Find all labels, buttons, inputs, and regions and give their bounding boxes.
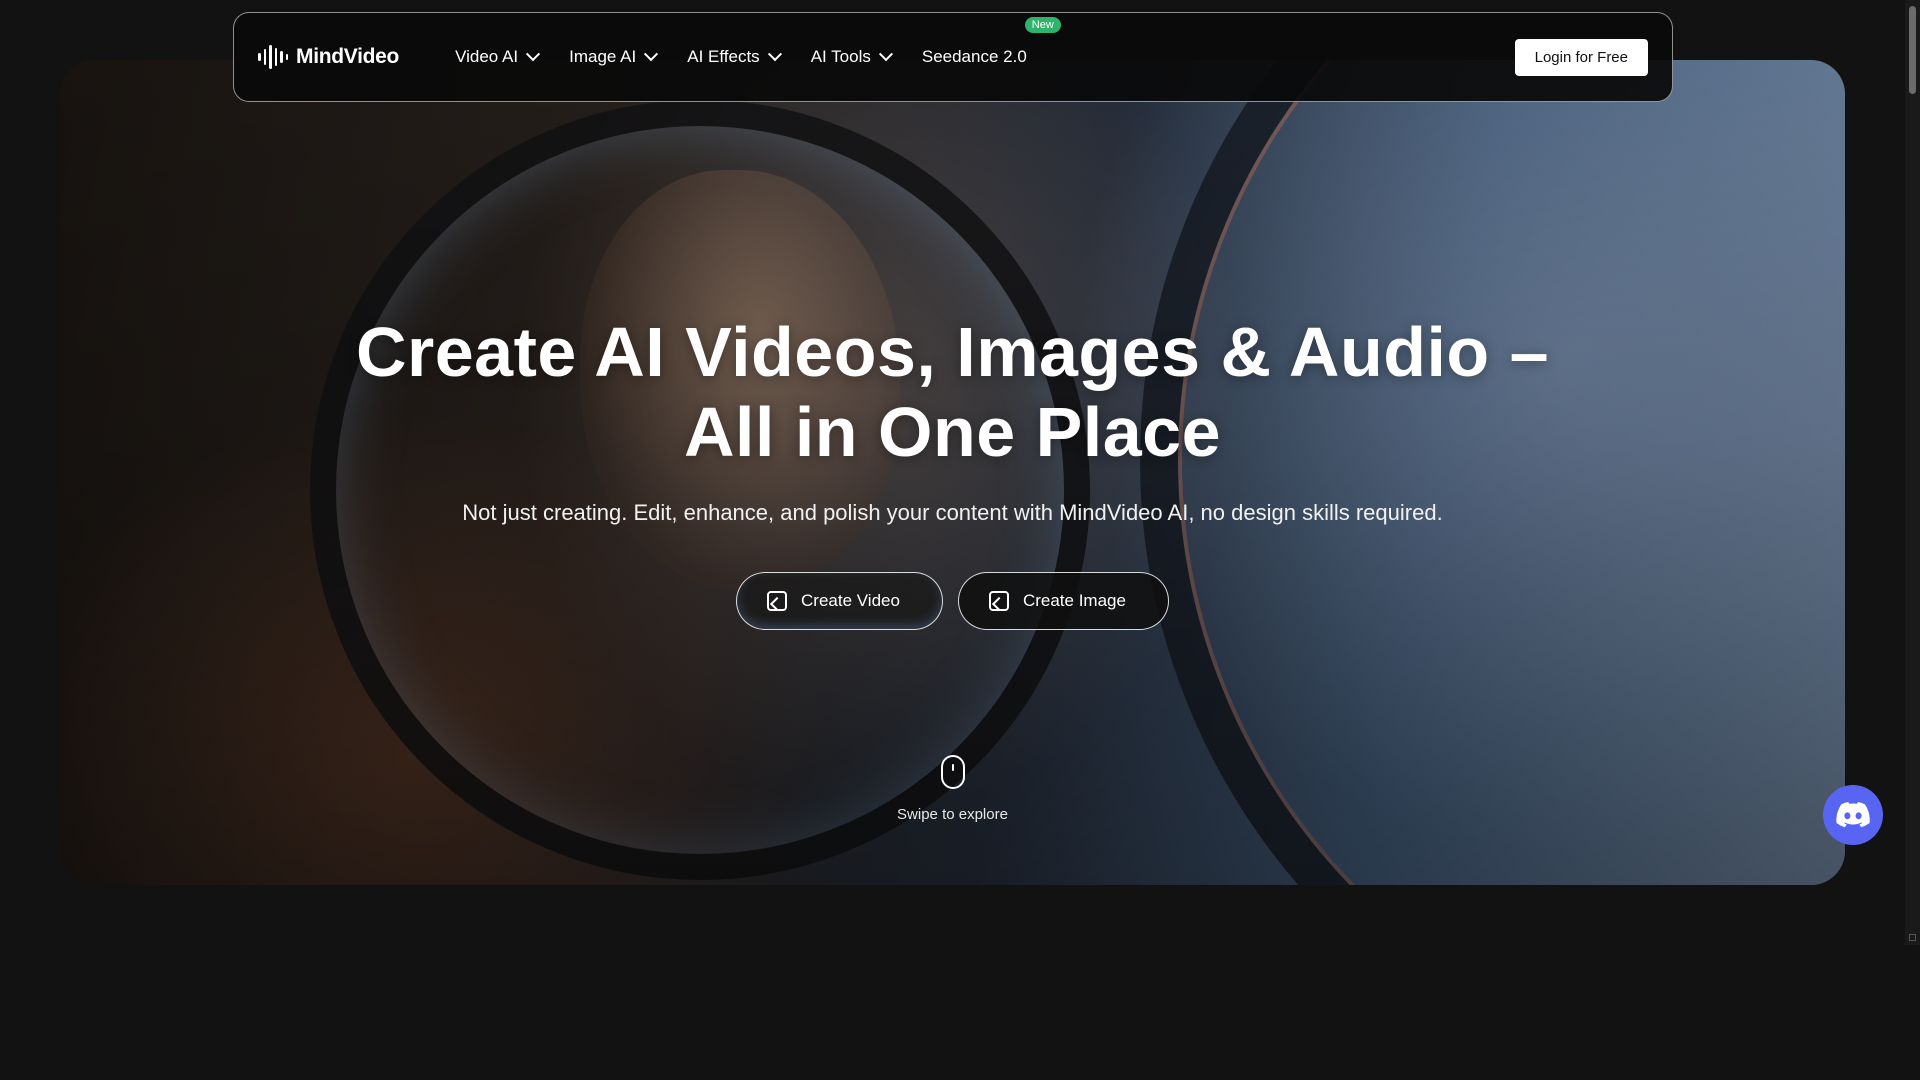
- create-image-label: Create Image: [1022, 591, 1126, 610]
- brand-name: MindVideo: [296, 45, 400, 68]
- scroll-down-arrow[interactable]: [1909, 934, 1916, 941]
- create-video-label: Create Video: [801, 591, 900, 610]
- hero-subheadline: Not just creating. Edit, enhance, and po…: [462, 500, 1443, 525]
- create-image-button[interactable]: Create Image: [957, 572, 1169, 630]
- top-navbar: MindVideo Video AI Image AI AI Effects A…: [233, 12, 1673, 102]
- login-button[interactable]: Login for Free: [1514, 38, 1648, 76]
- discord-button[interactable]: [1823, 785, 1883, 845]
- discord-icon: [1836, 802, 1870, 828]
- scrollbar-thumb[interactable]: [1909, 6, 1916, 94]
- image-frame-icon: [988, 591, 1009, 611]
- chevron-down-icon: [644, 47, 659, 62]
- headline-line-2: All in One Place: [683, 393, 1222, 471]
- nav-label: AI Effects: [687, 47, 760, 66]
- brand-logo[interactable]: MindVideo: [258, 45, 399, 69]
- nav-image-ai[interactable]: Image AI: [569, 47, 659, 67]
- page-scrollbar[interactable]: [1905, 0, 1920, 945]
- soundwave-logo-icon: [258, 45, 288, 69]
- nav-label: Seedance 2.0: [921, 47, 1027, 66]
- scroll-hint: Swipe to explore: [897, 806, 1008, 823]
- nav-label: AI Tools: [810, 47, 871, 66]
- create-video-button[interactable]: Create Video: [736, 572, 943, 630]
- cta-group: Create Video Create Image: [0, 572, 1905, 630]
- nav-label: Video AI: [455, 47, 519, 66]
- video-frame-icon: [767, 591, 788, 611]
- nav-ai-effects[interactable]: AI Effects: [687, 47, 782, 67]
- nav-ai-tools[interactable]: AI Tools: [810, 47, 893, 67]
- new-badge: New: [1024, 17, 1061, 33]
- nav-label: Image AI: [569, 47, 637, 66]
- nav-seedance[interactable]: Seedance 2.0 New: [921, 17, 1061, 67]
- nav-video-ai[interactable]: Video AI: [455, 47, 541, 67]
- mouse-scroll-icon: [941, 755, 965, 789]
- chevron-down-icon: [878, 47, 893, 62]
- chevron-down-icon: [526, 47, 541, 62]
- hero-headline: Create AI Videos, Images & Audio – All i…: [0, 312, 1905, 472]
- chevron-down-icon: [767, 47, 782, 62]
- headline-line-1: Create AI Videos, Images & Audio –: [355, 313, 1550, 391]
